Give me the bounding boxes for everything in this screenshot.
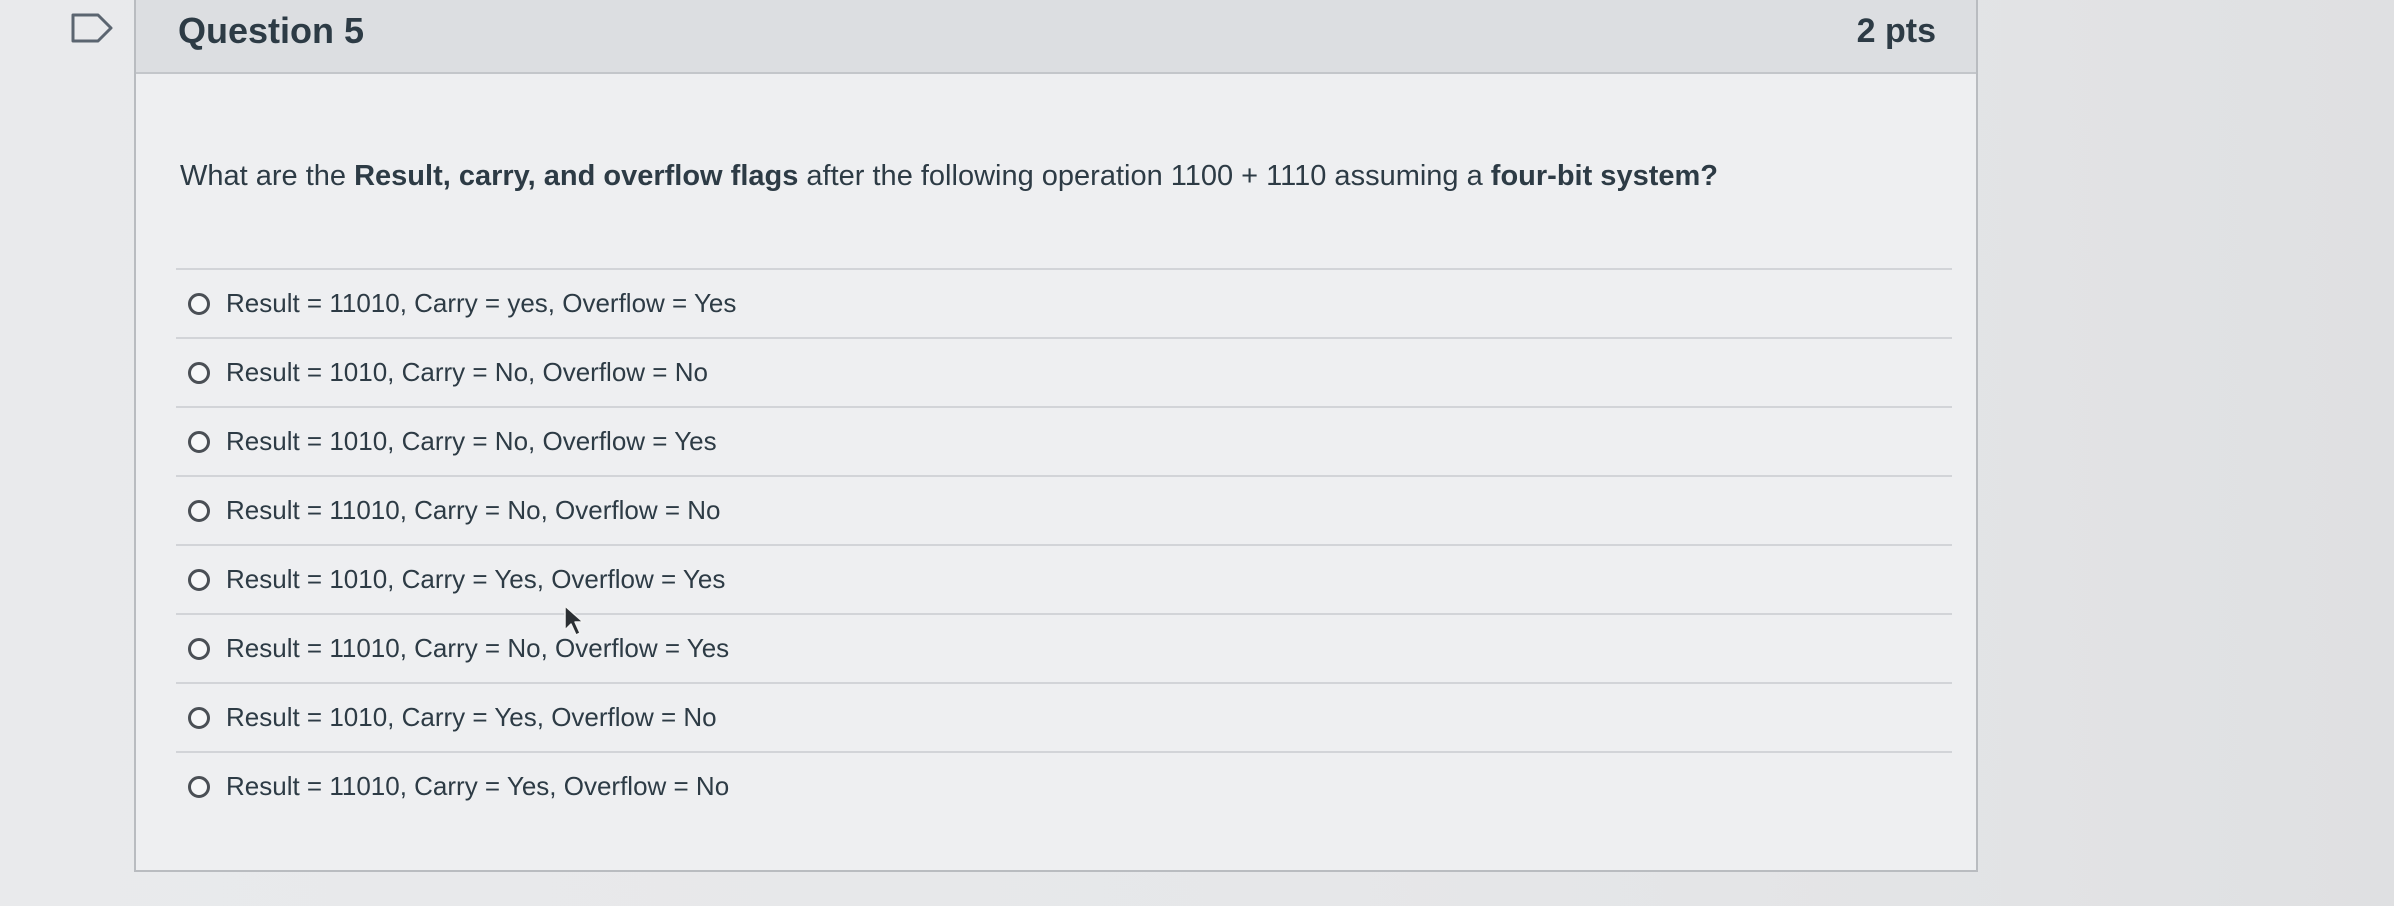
answer-label[interactable]: Result = 11010, Carry = No, Overflow = Y… [226, 633, 729, 664]
answer-label[interactable]: Result = 11010, Carry = Yes, Overflow = … [226, 771, 729, 802]
flag-question-icon[interactable] [70, 12, 114, 44]
answer-option[interactable]: Result = 11010, Carry = No, Overflow = Y… [176, 613, 1952, 682]
answer-option[interactable]: Result = 1010, Carry = Yes, Overflow = N… [176, 682, 1952, 751]
answer-option[interactable]: Result = 11010, Carry = yes, Overflow = … [176, 268, 1952, 337]
answer-label[interactable]: Result = 1010, Carry = No, Overflow = Ye… [226, 426, 717, 457]
answer-label[interactable]: Result = 1010, Carry = No, Overflow = No [226, 357, 708, 388]
answer-option[interactable]: Result = 1010, Carry = No, Overflow = Ye… [176, 406, 1952, 475]
question-text-part-bold: four-bit system? [1490, 160, 1718, 192]
question-text-part: What are the [180, 160, 355, 192]
radio-button-icon[interactable] [188, 292, 210, 315]
radio-button-icon[interactable] [188, 499, 210, 522]
question-text-part-bold: Result, carry, and overflow flags [354, 160, 799, 192]
answer-option[interactable]: Result = 11010, Carry = Yes, Overflow = … [176, 751, 1952, 820]
question-text: What are the Result, carry, and overflow… [180, 160, 1940, 193]
answer-option[interactable]: Result = 1010, Carry = Yes, Overflow = Y… [176, 544, 1952, 613]
mouse-pointer-icon [564, 605, 584, 636]
answer-label[interactable]: Result = 1010, Carry = Yes, Overflow = N… [226, 702, 717, 733]
radio-button-icon[interactable] [188, 430, 210, 453]
answer-label[interactable]: Result = 1010, Carry = Yes, Overflow = Y… [226, 564, 725, 595]
radio-button-icon[interactable] [188, 775, 210, 798]
question-text-part: after the following operation 1100 + 111… [798, 160, 1491, 192]
question-card: Question 5 2 pts What are the Result, ca… [134, 0, 1978, 872]
radio-button-icon[interactable] [188, 637, 210, 660]
answer-option[interactable]: Result = 11010, Carry = No, Overflow = N… [176, 475, 1952, 544]
answer-label[interactable]: Result = 11010, Carry = No, Overflow = N… [226, 495, 720, 526]
answer-label[interactable]: Result = 11010, Carry = yes, Overflow = … [226, 288, 736, 319]
radio-button-icon[interactable] [188, 706, 210, 729]
answer-list: Result = 11010, Carry = yes, Overflow = … [176, 268, 1952, 820]
question-points: 2 pts [1856, 12, 1936, 50]
answer-option[interactable]: Result = 1010, Carry = No, Overflow = No [176, 337, 1952, 406]
question-header: Question 5 2 pts [136, 0, 1976, 74]
radio-button-icon[interactable] [188, 361, 210, 384]
radio-button-icon[interactable] [188, 568, 210, 591]
question-title: Question 5 [178, 10, 365, 51]
